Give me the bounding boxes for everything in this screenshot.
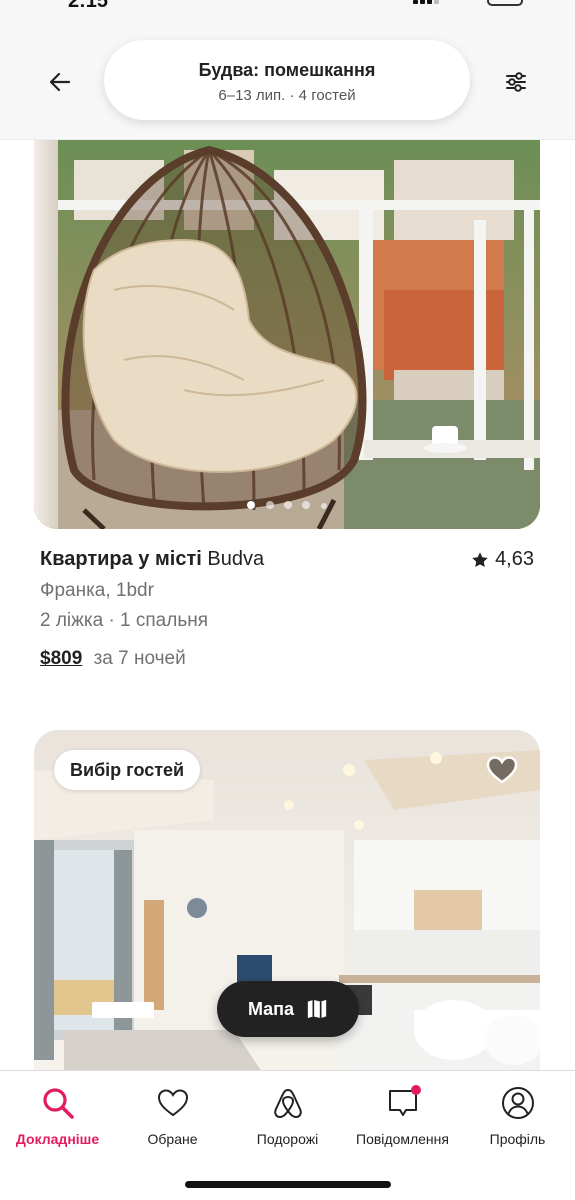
nav-messages[interactable]: Повідомлення	[345, 1083, 460, 1147]
back-button[interactable]	[40, 62, 80, 102]
search-summary-pill[interactable]: Будва: помешкання 6–13 лип. · 4 гостей	[104, 40, 470, 120]
nav-profile[interactable]: Профіль	[460, 1083, 575, 1147]
home-indicator[interactable]	[185, 1181, 391, 1188]
wishlist-button[interactable]	[482, 750, 522, 790]
notification-dot	[411, 1085, 421, 1095]
listing-title-city: Budva	[207, 548, 265, 570]
nav-trips-label: Подорожі	[256, 1131, 319, 1147]
carousel-dot	[284, 501, 292, 509]
listing-title[interactable]: Квартира у місті Budva	[40, 548, 264, 571]
listing-photo-image	[34, 140, 540, 529]
search-location: Будва: помешкання	[198, 60, 376, 80]
signal-icon	[413, 0, 439, 4]
status-icons	[413, 0, 523, 6]
filters-icon	[506, 72, 526, 92]
guest-favorite-badge: Вибір гостей	[54, 750, 201, 790]
search-dates-guests: 6–13 лип. · 4 гостей	[218, 87, 356, 104]
heart-icon	[157, 1089, 188, 1117]
carousel-dot	[247, 501, 256, 509]
search-header: Будва: помешкання 6–13 лип. · 4 гостей	[0, 14, 575, 140]
profile-icon	[501, 1087, 534, 1119]
carousel-dot	[265, 501, 274, 509]
nav-explore[interactable]: Докладніше	[0, 1083, 115, 1147]
nav-wishlists[interactable]: Обране	[115, 1083, 230, 1147]
battery-icon	[487, 0, 523, 6]
price-suffix: за 7 ночей	[93, 648, 186, 669]
listing-price[interactable]: $809 за 7 ночей	[40, 648, 186, 670]
search-icon	[42, 1088, 74, 1119]
photo-carousel-dots[interactable]	[34, 496, 540, 514]
listing-subtitle: Франка, 1bdr	[40, 580, 154, 601]
airbnb-logo-icon	[273, 1088, 302, 1119]
carousel-dot	[302, 501, 311, 509]
nav-trips[interactable]: Подорожі	[230, 1083, 345, 1147]
listing-title-prefix: Квартира у місті	[40, 548, 202, 570]
filters-button[interactable]	[496, 62, 536, 102]
star-icon	[472, 551, 488, 567]
heart-icon	[486, 756, 518, 784]
map-icon	[307, 999, 327, 1019]
listing-photo[interactable]	[34, 140, 540, 529]
nav-wishlists-label: Обране	[147, 1131, 198, 1147]
nav-messages-label: Повідомлення	[356, 1131, 449, 1147]
map-button-label: Мапа	[247, 998, 295, 1019]
map-button[interactable]: Мапа	[217, 981, 359, 1037]
listing-rating: 4,63	[471, 548, 534, 571]
carousel-dot	[320, 503, 327, 509]
arrow-left-icon	[49, 72, 71, 92]
status-time: 2:15	[68, 0, 109, 12]
nav-profile-label: Профіль	[489, 1131, 546, 1147]
rating-value: 4,63	[495, 548, 534, 570]
nav-explore-label: Докладніше	[15, 1131, 100, 1147]
status-bar: 2:15	[0, 0, 575, 14]
price-amount[interactable]: $809	[40, 648, 82, 669]
listing-details: 2 ліжка · 1 спальня	[40, 610, 209, 631]
